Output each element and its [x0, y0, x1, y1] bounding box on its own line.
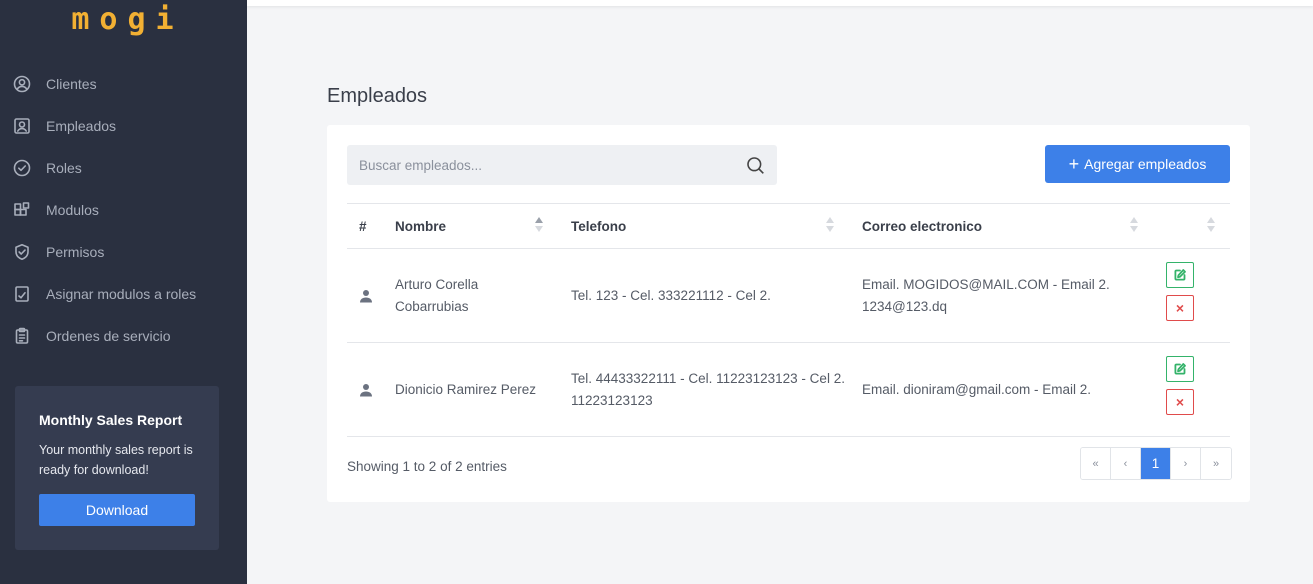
table-row: Arturo Corella Cobarrubias Tel. 123 - Ce…	[347, 249, 1230, 343]
delete-button[interactable]: ×	[1166, 389, 1194, 415]
edit-button[interactable]	[1166, 356, 1194, 382]
person-icon	[359, 289, 373, 303]
sales-report-card: Monthly Sales Report Your monthly sales …	[15, 386, 219, 550]
edit-icon	[1174, 269, 1186, 281]
sort-icon[interactable]	[826, 217, 834, 235]
check-circle-icon	[13, 159, 31, 177]
table-row: Dionicio Ramirez Perez Tel. 44433322111 …	[347, 343, 1230, 437]
column-header-telefono[interactable]: Telefono	[571, 219, 626, 234]
sidebar-nav: Clientes Empleados Roles Modulos Permiso…	[0, 63, 247, 357]
column-header-number: #	[359, 219, 367, 234]
page-title: Empleados	[327, 85, 428, 107]
search-icon[interactable]	[746, 156, 765, 175]
sidebar-item-label: Clientes	[46, 76, 97, 92]
last-page-button[interactable]: »	[1201, 448, 1231, 479]
search-input[interactable]	[347, 145, 737, 185]
search-box	[347, 145, 777, 185]
table-header: # Nombre Telefono Correo electronico	[347, 203, 1230, 249]
pagination: « ‹ 1 › »	[1080, 447, 1232, 480]
employees-table: # Nombre Telefono Correo electronico Art…	[347, 203, 1230, 437]
person-icon	[359, 383, 373, 397]
clipboard-icon	[13, 327, 31, 345]
user-square-icon	[13, 117, 31, 135]
sidebar-item-label: Empleados	[46, 118, 117, 134]
sort-icon[interactable]	[1130, 217, 1138, 235]
employee-email: Email. dioniram@gmail.com - Email 2.	[862, 382, 1092, 397]
sidebar-item-label: Modulos	[46, 202, 99, 218]
download-button[interactable]: Download	[39, 494, 195, 526]
sidebar-item-label: Ordenes de servicio	[46, 328, 171, 344]
sidebar-item-empleados[interactable]: Empleados	[0, 105, 247, 147]
sidebar-item-label: Asignar modulos a roles	[46, 286, 197, 302]
promo-title: Monthly Sales Report	[39, 412, 183, 428]
modules-icon	[13, 201, 31, 219]
sidebar-item-ordenes[interactable]: Ordenes de servicio	[0, 315, 247, 357]
shield-check-icon	[13, 243, 31, 261]
employee-name: Arturo Corella Cobarrubias	[395, 277, 479, 314]
employee-phone: Tel. 123 - Cel. 333221112 - Cel 2.	[571, 288, 771, 303]
user-circle-icon	[13, 75, 31, 93]
column-header-nombre[interactable]: Nombre	[395, 219, 446, 234]
add-employee-button[interactable]: + Agregar empleados	[1045, 145, 1230, 183]
column-header-correo[interactable]: Correo electronico	[862, 219, 982, 234]
sidebar-item-roles[interactable]: Roles	[0, 147, 247, 189]
file-check-icon	[13, 285, 31, 303]
employee-phone: Tel. 44433322111 - Cel. 11223123123 - Ce…	[571, 371, 845, 408]
prev-page-button[interactable]: ‹	[1111, 448, 1141, 479]
edit-icon	[1174, 363, 1186, 375]
sidebar-item-label: Permisos	[46, 244, 105, 260]
sidebar-item-permisos[interactable]: Permisos	[0, 231, 247, 273]
sidebar-item-asignar-modulos[interactable]: Asignar modulos a roles	[0, 273, 247, 315]
add-employee-label: Agregar empleados	[1084, 156, 1207, 172]
table-info: Showing 1 to 2 of 2 entries	[347, 459, 507, 474]
employee-name: Dionicio Ramirez Perez	[395, 382, 537, 397]
sidebar-item-clientes[interactable]: Clientes	[0, 63, 247, 105]
sidebar: mogi Clientes Empleados Roles Modulos Pe…	[0, 0, 247, 584]
top-bar	[247, 0, 1313, 6]
sort-asc-icon[interactable]	[535, 217, 543, 235]
page-1-button[interactable]: 1	[1141, 448, 1171, 479]
app-logo[interactable]: mogi	[0, 2, 247, 37]
delete-button[interactable]: ×	[1166, 295, 1194, 321]
employee-email: Email. MOGIDOS@MAIL.COM - Email 2. 1234@…	[862, 277, 1110, 314]
plus-icon: +	[1068, 154, 1080, 174]
next-page-button[interactable]: ›	[1171, 448, 1201, 479]
sidebar-item-modulos[interactable]: Modulos	[0, 189, 247, 231]
promo-text: Your monthly sales report is ready for d…	[39, 443, 193, 477]
edit-button[interactable]	[1166, 262, 1194, 288]
first-page-button[interactable]: «	[1081, 448, 1111, 479]
employees-card: + Agregar empleados # Nombre Telefono Co…	[327, 125, 1250, 502]
sidebar-item-label: Roles	[46, 160, 82, 176]
sort-icon[interactable]	[1207, 217, 1215, 235]
